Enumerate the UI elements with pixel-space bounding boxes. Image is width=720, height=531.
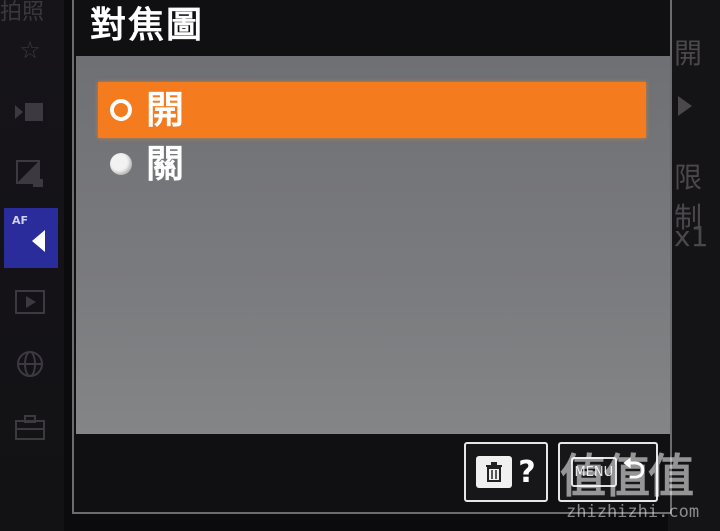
sidebar-top-text: 拍照 [0,0,45,25]
radio-selected-icon [110,99,132,121]
watermark-url: zhizhizhi.com [566,502,700,522]
af-tab-label: AF [12,214,29,227]
network-icon[interactable] [10,346,50,382]
camera-menu-sidebar: 拍照 ☆ AF [0,0,64,531]
background-text-1: 開 [674,37,703,70]
watermark-logo: 值值值 [560,449,694,503]
tab-arrow-icon [32,230,45,252]
background-text-3: x1 [674,220,709,253]
trash-icon [476,456,513,488]
dialog-title: 對焦圖 [90,5,205,46]
background-arrow-icon [678,96,692,116]
option-on[interactable]: 開 [98,82,646,138]
focus-map-dialog: 對焦圖 開 關 ? MENU ⮌ [72,0,672,514]
star-icon[interactable]: ☆ [10,32,50,68]
option-off[interactable]: 關 [98,136,646,192]
option-on-label: 開 [146,88,185,132]
help-icon: ? [518,454,536,490]
radio-unselected-icon [110,153,132,175]
option-off-label: 關 [146,142,185,186]
playback-icon[interactable] [10,284,50,320]
movie-icon[interactable] [10,94,50,130]
delete-help-button[interactable]: ? [464,442,548,502]
exposure-icon[interactable] [10,156,50,192]
toolbox-icon[interactable] [10,410,50,446]
options-panel: 開 關 [76,56,670,434]
af-tab-icon[interactable]: AF [4,208,58,268]
